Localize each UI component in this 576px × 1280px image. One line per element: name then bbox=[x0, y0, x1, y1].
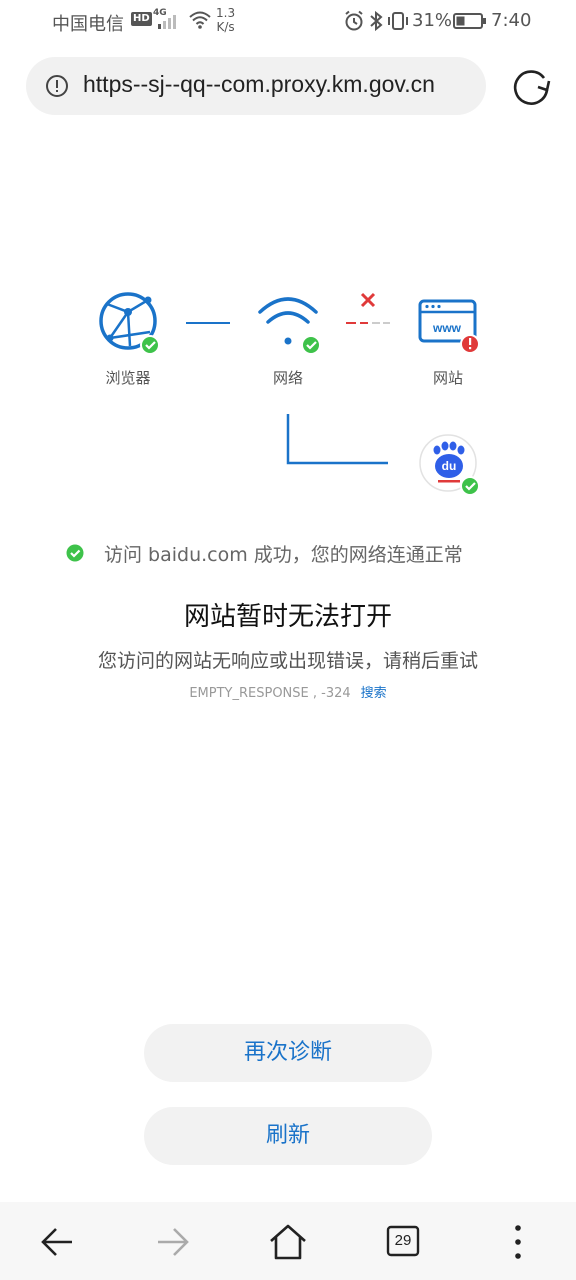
search-link[interactable]: 搜索 bbox=[361, 686, 387, 701]
error-title: 网站暂时无法打开 bbox=[183, 602, 392, 632]
error-code: EMPTY_RESPONSE , -324 bbox=[189, 686, 351, 701]
alarm-icon bbox=[345, 10, 363, 31]
diagram-svg: www du bbox=[99, 292, 480, 496]
tabs-button[interactable]: 29 bbox=[382, 1220, 426, 1264]
rediagnose-button[interactable]: 再次诊断 bbox=[144, 1024, 432, 1082]
node-label-network: 网络 bbox=[272, 369, 303, 387]
info-icon[interactable] bbox=[45, 74, 69, 98]
error-code-line: EMPTY_RESPONSE , -324 搜索 bbox=[0, 682, 576, 701]
forward-icon[interactable] bbox=[150, 1220, 194, 1264]
success-check-icon bbox=[66, 544, 84, 562]
bottom-nav: 29 bbox=[0, 1202, 576, 1280]
success-message: 访问 baidu.com 成功，您的网络连通正常 bbox=[0, 540, 576, 568]
baidu-ok-badge bbox=[460, 476, 480, 496]
website-error-badge bbox=[460, 334, 480, 354]
broken-connector bbox=[346, 292, 390, 324]
wifi-icon bbox=[189, 11, 211, 29]
battery-icon bbox=[453, 13, 486, 29]
network-ok-badge bbox=[301, 335, 321, 355]
network-speed: 1.3 K/s bbox=[216, 6, 235, 34]
baidu-logo-text: du bbox=[442, 459, 457, 473]
website-badge-text: www bbox=[432, 321, 462, 335]
vibrate-icon bbox=[388, 12, 408, 30]
home-icon[interactable] bbox=[266, 1220, 310, 1264]
node-label-browser: 浏览器 bbox=[105, 369, 151, 387]
speed-unit: K/s bbox=[216, 20, 235, 34]
signal-icon bbox=[158, 15, 176, 29]
browser-error-screen: 中国电信 HD 4G 1.3 K/s 31% 7:40 https--sj--q… bbox=[0, 0, 576, 1280]
node-label-website: 网站 bbox=[432, 369, 463, 387]
refresh-button[interactable]: 刷新 bbox=[144, 1107, 432, 1165]
menu-icon[interactable] bbox=[496, 1220, 540, 1264]
status-bar: 中国电信 HD 4G 1.3 K/s 31% 7:40 bbox=[0, 0, 576, 44]
carrier-name: 中国电信 bbox=[52, 14, 124, 35]
bluetooth-icon bbox=[370, 10, 383, 32]
address-bar[interactable]: https--sj--qq--com.proxy.km.gov.cn bbox=[26, 57, 486, 115]
tabs-count: 29 bbox=[394, 1232, 412, 1249]
back-icon[interactable] bbox=[36, 1220, 80, 1264]
reload-icon[interactable] bbox=[510, 66, 552, 108]
battery-percent: 31% bbox=[412, 10, 453, 31]
error-description: 您访问的网站无响应或出现错误，请稍后重试 bbox=[97, 650, 478, 672]
url-text[interactable]: https--sj--qq--com.proxy.km.gov.cn bbox=[83, 71, 483, 98]
connector-network-baidu bbox=[286, 414, 388, 465]
speed-value: 1.3 bbox=[216, 6, 236, 20]
connection-diagram: www du 浏览器 网络 网站 bbox=[0, 270, 576, 510]
success-text: 访问 baidu.com 成功，您的网络连通正常 bbox=[104, 544, 463, 566]
globe-ok-badge bbox=[140, 335, 160, 355]
hd-badge: HD bbox=[131, 12, 152, 26]
clock-time: 7:40 bbox=[491, 10, 532, 31]
